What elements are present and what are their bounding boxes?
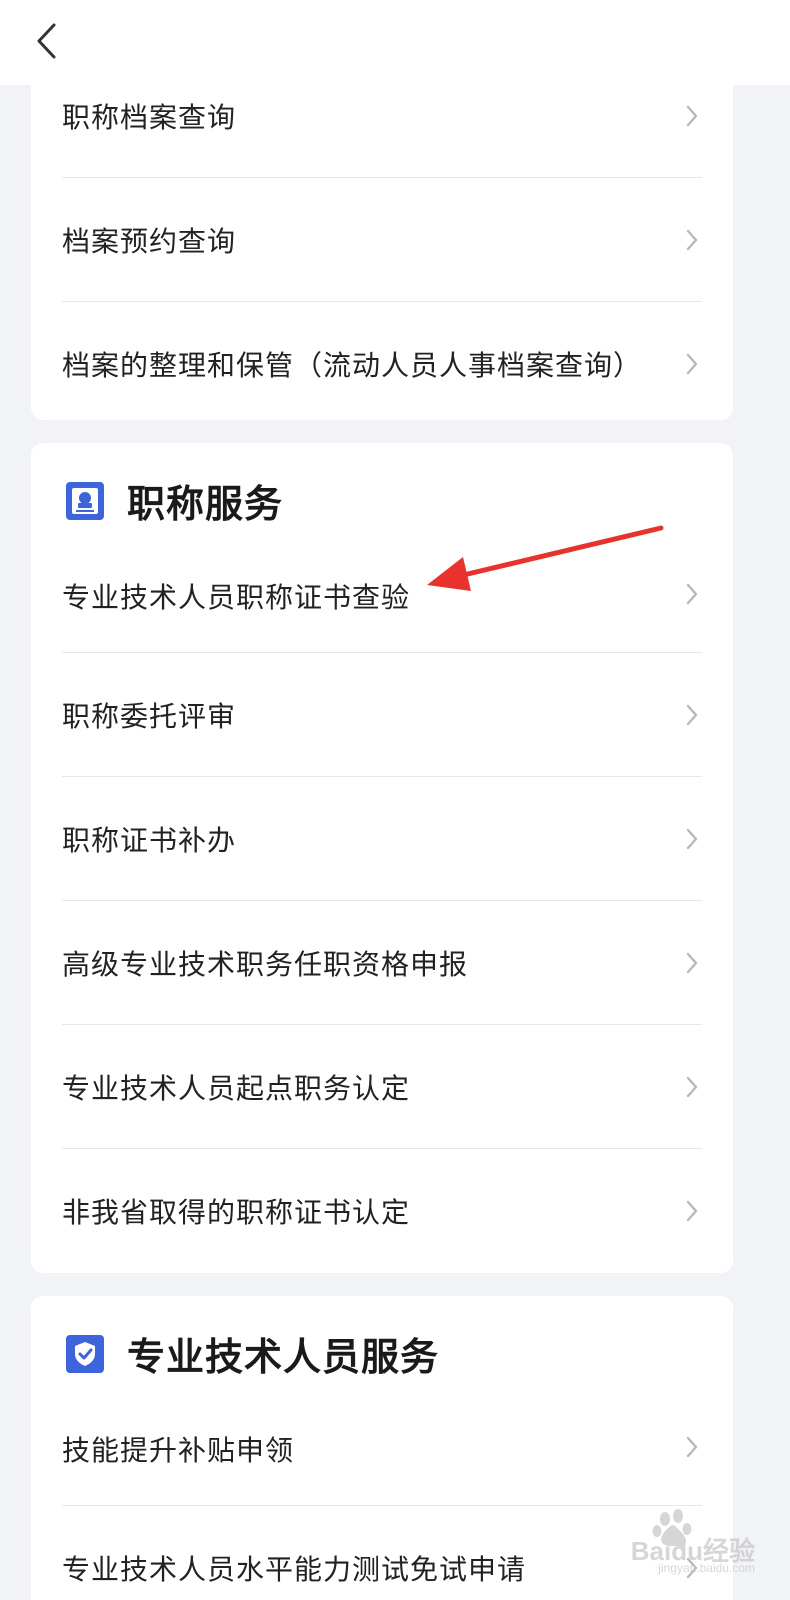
- list-item-label: 技能提升补贴申领: [62, 1434, 295, 1467]
- list-item-certificate-verification[interactable]: 专业技术人员职称证书查验: [62, 558, 702, 653]
- list-item-label: 高级专业技术职务任职资格申报: [62, 947, 469, 981]
- list-item-outside-certificate[interactable]: 非我省取得的职称证书认定: [62, 1149, 702, 1273]
- list-item-label: 职称委托评审: [62, 699, 237, 733]
- chevron-right-icon: [682, 226, 702, 254]
- archive-list: 职称档案查询 档案预约查询 档案的整理和保管（流动人员人事档案查询）: [31, 54, 733, 420]
- list-item-label: 专业技术人员水平能力测试免试申请: [62, 1553, 527, 1586]
- chevron-right-icon: [682, 1073, 702, 1101]
- list-item-label: 职称证书补办: [62, 823, 237, 857]
- chevron-right-icon: [682, 1197, 702, 1225]
- list-item-skill-subsidy[interactable]: 技能提升补贴申领: [62, 1411, 702, 1506]
- archive-card: 职称档案查询 档案预约查询 档案的整理和保管（流动人员人事档案查询）: [31, 54, 733, 420]
- list-item-certificate-reissue[interactable]: 职称证书补办: [62, 777, 702, 901]
- chevron-right-icon: [682, 350, 702, 378]
- top-nav-bar: [0, 0, 790, 85]
- list-item-label: 档案预约查询: [62, 224, 237, 258]
- list-item-exam-exemption[interactable]: 专业技术人员水平能力测试免试申请: [62, 1506, 702, 1600]
- list-item-archive-management[interactable]: 档案的整理和保管（流动人员人事档案查询）: [62, 302, 702, 420]
- chevron-right-icon: [682, 102, 702, 130]
- title-services-card: 职称服务 专业技术人员职称证书查验 职称委托评审 职称证书补办 高级专业技术职务…: [31, 443, 733, 1273]
- section-title: 专业技术人员服务: [127, 1335, 440, 1379]
- chevron-right-icon: [682, 825, 702, 853]
- list-item-label: 职称档案查询: [62, 100, 237, 134]
- page: 职称档案查询 档案预约查询 档案的整理和保管（流动人员人事档案查询） 职称服务 …: [0, 0, 790, 1600]
- certificate-badge-icon: [65, 481, 105, 521]
- chevron-right-icon: [682, 1554, 702, 1582]
- professional-services-card: 专业技术人员服务 技能提升补贴申领 专业技术人员水平能力测试免试申请: [31, 1296, 733, 1600]
- professional-services-list: 技能提升补贴申领 专业技术人员水平能力测试免试申请: [31, 1411, 733, 1600]
- section-header: 职称服务: [31, 443, 733, 558]
- chevron-right-icon: [682, 701, 702, 729]
- chevron-right-icon: [682, 1433, 702, 1461]
- back-button[interactable]: [22, 16, 72, 66]
- section-title: 职称服务: [127, 482, 284, 526]
- list-item-label: 专业技术人员职称证书查验: [62, 581, 411, 614]
- section-header: 专业技术人员服务: [31, 1296, 733, 1411]
- chevron-right-icon: [682, 580, 702, 608]
- list-item-starting-position[interactable]: 专业技术人员起点职务认定: [62, 1025, 702, 1149]
- list-item-label: 专业技术人员起点职务认定: [62, 1071, 411, 1105]
- list-item-archive-appointment[interactable]: 档案预约查询: [62, 178, 702, 302]
- chevron-left-icon: [37, 23, 56, 59]
- list-item-label: 档案的整理和保管（流动人员人事档案查询）: [62, 349, 643, 382]
- title-services-list: 专业技术人员职称证书查验 职称委托评审 职称证书补办 高级专业技术职务任职资格申…: [31, 558, 733, 1273]
- list-item-label: 非我省取得的职称证书认定: [62, 1196, 411, 1229]
- verified-shield-icon: [65, 1334, 105, 1374]
- chevron-right-icon: [682, 949, 702, 977]
- list-item-senior-qualification[interactable]: 高级专业技术职务任职资格申报: [62, 901, 702, 1025]
- list-item-entrusted-review[interactable]: 职称委托评审: [62, 653, 702, 777]
